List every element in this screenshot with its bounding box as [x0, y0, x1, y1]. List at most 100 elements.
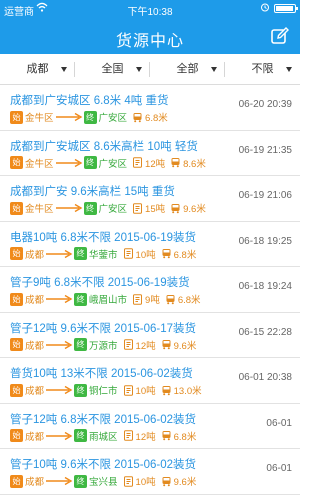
destination-place: 华蓥市 [89, 249, 118, 261]
origin-place: 成都 [25, 340, 45, 352]
listing-title: 成都到广安城区 6.8米 4吨 重货 [10, 95, 169, 107]
weight-value: 12吨 [145, 158, 166, 170]
destination-place: 雨城区 [89, 431, 118, 443]
start-badge: 始 [10, 338, 23, 351]
listing-route: 始金牛区 终广安区 6.8米 [10, 110, 168, 124]
truck-icon [132, 112, 145, 123]
weight-value: 9吨 [145, 295, 160, 306]
listing-date: 06-18 19:25 [238, 235, 292, 247]
edit-icon[interactable] [270, 26, 290, 46]
listing-weight: 12吨 [123, 338, 156, 352]
length-value: 6.8米 [173, 431, 197, 443]
destination-place: 宝兴县 [89, 477, 118, 488]
weight-icon [132, 293, 145, 305]
listing-weight: 9吨 [132, 292, 160, 306]
listing-length: 9.6米 [161, 338, 197, 352]
listing-length: 6.8米 [161, 429, 197, 443]
listing-date: 06-18 19:24 [238, 281, 292, 292]
weight-value: 12吨 [135, 340, 156, 352]
listing-weight: 10吨 [123, 383, 156, 397]
listing-weight: 15吨 [132, 201, 165, 215]
end-badge: 终 [74, 247, 88, 260]
truck-icon [161, 430, 174, 441]
nav-bar: 货源中心 [0, 18, 300, 54]
list-item[interactable]: 成都到广安城区 8.6米高栏 10吨 轻货 06-19 21:35 始金牛区 终广安区… [0, 131, 300, 176]
listing-title: 成都到广安城区 8.6米高栏 10吨 轻货 [10, 140, 198, 153]
list-item[interactable]: 成都到广安 9.6米高栏 15吨 重货 06-19 21:06 始金牛区 终广安区 15… [0, 176, 300, 222]
end-badge: 终 [83, 201, 97, 215]
arrow-right-icon [44, 249, 74, 259]
start-badge: 始 [10, 247, 23, 260]
cargo-list: 成都到广安城区 6.8米 4吨 重货 06-20 20:39 始金牛区终广安区 6.8… [0, 85, 300, 495]
length-value: 6.8米 [177, 295, 201, 306]
destination-place: 万源市 [89, 340, 118, 352]
end-badge: 终 [74, 338, 88, 351]
listing-date: 06-19 21:06 [238, 190, 292, 201]
weight-icon [123, 475, 136, 487]
start-badge: 始 [10, 110, 23, 124]
battery-icon [274, 4, 298, 13]
list-item[interactable]: 成都到广安城区 6.8米 4吨 重货 06-20 20:39 始金牛区 终广安区 6.8… [0, 85, 300, 131]
origin-place: 金牛区 [25, 113, 54, 124]
length-value: 13.0米 [173, 386, 202, 397]
listing-length: 6.8米 [132, 110, 168, 124]
listing-weight: 12吨 [123, 429, 156, 443]
listing-route: 始成都 终华蓥市 10吨 6.8米 [10, 247, 196, 261]
listing-weight: 10吨 [123, 247, 156, 261]
end-badge: 终 [74, 429, 88, 442]
weight-value: 15吨 [145, 204, 166, 215]
listing-length: 8.6米 [170, 156, 206, 170]
length-value: 9.6米 [173, 477, 197, 488]
origin-place: 成都 [25, 295, 45, 306]
arrow-right-icon [44, 340, 74, 350]
caret-down-icon [61, 67, 67, 72]
start-badge: 始 [10, 383, 23, 397]
listing-weight: 10吨 [123, 474, 156, 488]
arrow-right-icon [44, 294, 74, 304]
filter-type[interactable]: 全部 [150, 54, 225, 84]
listing-length: 13.0米 [161, 383, 202, 397]
destination-place: 铜仁市 [89, 386, 118, 397]
origin-place: 金牛区 [25, 204, 54, 215]
weight-icon [123, 384, 136, 396]
listing-title: 成都到广安 9.6米高栏 15吨 重货 [10, 186, 175, 198]
length-value: 8.6米 [183, 158, 206, 170]
listing-route: 始金牛区 终广安区 15吨 9.6米 [10, 201, 206, 215]
list-item[interactable]: 管子12吨 9.6米不限 2015-06-17装货 06-15 22:28 始成都 终… [0, 313, 300, 358]
start-badge: 始 [10, 201, 23, 215]
weight-value: 10吨 [135, 249, 156, 261]
listing-date: 06-19 21:35 [238, 144, 292, 156]
truck-icon [161, 339, 174, 350]
list-item[interactable]: 电器10吨 6.8米不限 2015-06-19装货 06-18 19:25 始成都 终… [0, 222, 300, 267]
start-badge: 始 [10, 156, 23, 169]
truck-icon [161, 248, 174, 259]
destination-place: 峨眉山市 [89, 295, 128, 306]
list-item[interactable]: 普货10吨 13米不限 2015-06-02装货 06-01 20:38 始成都 终铜… [0, 358, 300, 404]
arrow-right-icon [54, 158, 84, 168]
filter-bar: 成都 全国 全部 不限 [0, 54, 300, 85]
length-value: 6.8米 [145, 113, 168, 124]
truck-icon [161, 385, 174, 396]
end-badge: 终 [74, 474, 88, 488]
status-bar: 运营商 下午10:38 [0, 0, 300, 18]
filter-destination[interactable]: 全国 [75, 54, 150, 84]
origin-place: 成都 [25, 431, 45, 443]
truck-icon [170, 203, 183, 214]
filter-length-label: 不限 [251, 63, 274, 75]
list-item[interactable]: 管子10吨 9.6米不限 2015-06-02装货 06-01 始成都 终宝兴县 10吨… [0, 449, 300, 495]
list-item[interactable]: 管子12吨 6.8米不限 2015-06-02装货 06-01 始成都 终雨城区 12吨… [0, 404, 300, 449]
list-item[interactable]: 管子9吨 6.8米不限 2015-06-19装货 06-18 19:24 始成都 终峨… [0, 267, 300, 313]
listing-route: 始成都 终宝兴县 10吨 9.6米 [10, 474, 196, 488]
filter-length[interactable]: 不限 [225, 54, 300, 84]
end-badge: 终 [83, 110, 97, 124]
weight-value: 10吨 [135, 386, 156, 397]
length-value: 9.6米 [173, 340, 197, 352]
listing-length: 9.6米 [170, 201, 206, 215]
listing-title: 管子10吨 9.6米不限 2015-06-02装货 [10, 459, 196, 471]
filter-origin[interactable]: 成都 [0, 54, 75, 84]
arrow-right-icon [54, 112, 84, 122]
origin-place: 金牛区 [25, 158, 54, 170]
listing-date: 06-20 20:39 [238, 99, 292, 110]
length-value: 6.8米 [173, 249, 197, 261]
start-badge: 始 [10, 429, 23, 442]
